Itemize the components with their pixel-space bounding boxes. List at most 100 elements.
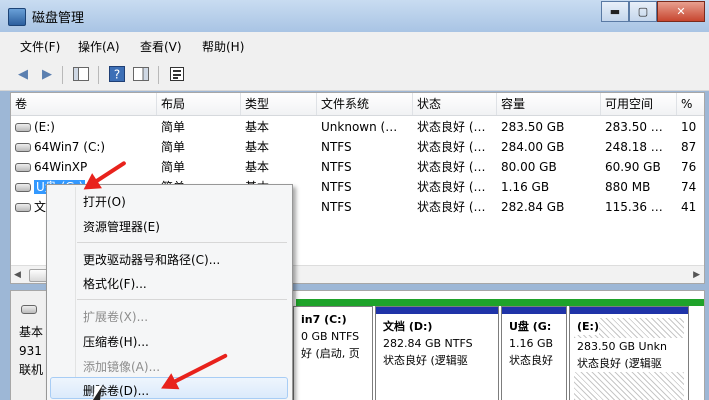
scroll-right-icon[interactable]: ▶ [693, 270, 700, 280]
volume-list-header: 卷 布局 类型 文件系统 状态 容量 可用空间 % [11, 93, 704, 116]
menu-bar: 文件(F) 操作(A) 查看(V) 帮助(H) [0, 32, 709, 58]
menu-item-format[interactable]: 格式化(F)... [83, 275, 147, 292]
console-tree-icon[interactable] [72, 66, 90, 82]
toolbar-separator [98, 66, 99, 84]
partition-status: 状态良好 (逻辑驱 [574, 355, 684, 372]
volume-percent: 74 [681, 180, 697, 194]
toolbar: ◀ ▶ ? [0, 58, 709, 91]
disk-management-window: 磁盘管理 ▬ ▢ ✕ 文件(F) 操作(A) 查看(V) 帮助(H) ◀ ▶ ? [0, 0, 709, 400]
minimize-button[interactable]: ▬ [601, 1, 629, 22]
menu-separator [77, 242, 287, 243]
partition-status: 好 (启动, 页 [301, 347, 360, 360]
volume-filesystem: NTFS [321, 160, 352, 174]
volume-percent: 87 [681, 140, 697, 154]
volume-layout: 简单 [161, 140, 186, 154]
volume-percent: 10 [681, 120, 697, 134]
volume-capacity: 80.00 GB [501, 160, 557, 174]
partition-status: 状态良好 [509, 354, 553, 367]
menu-item-explorer[interactable]: 资源管理器(E) [83, 218, 160, 235]
column-header-capacity[interactable]: 容量 [497, 93, 601, 115]
partition-name: in7 (C:) [301, 313, 347, 326]
column-header-percent[interactable]: % [677, 93, 704, 115]
close-button[interactable]: ✕ [657, 1, 705, 22]
disk-status: 联机 [19, 363, 44, 377]
partition-size: 283.50 GB Unkn [574, 338, 684, 355]
volume-name: 64Win7 (C:) [34, 140, 106, 154]
volume-status: 状态良好 (… [417, 180, 486, 194]
partition-c[interactable]: in7 (C:) 0 GB NTFS 好 (启动, 页 [293, 306, 373, 400]
menu-help[interactable]: 帮助(H) [202, 38, 244, 55]
volume-free-space: 60.90 GB [605, 160, 661, 174]
menu-item-shrink-volume[interactable]: 压缩卷(H)... [83, 333, 149, 350]
toolbar-separator [158, 66, 159, 84]
menu-item-extend-volume: 扩展卷(X)... [83, 310, 149, 324]
volume-capacity: 284.00 GB [501, 140, 565, 154]
column-header-status[interactable]: 状态 [413, 93, 497, 115]
menu-item-change-drive-letter[interactable]: 更改驱动器号和路径(C)... [83, 251, 220, 268]
column-header-volume[interactable]: 卷 [11, 93, 157, 115]
volume-type: 基本 [245, 120, 270, 134]
toolbar-separator [62, 66, 63, 84]
disk-management-icon [8, 8, 26, 26]
table-row[interactable]: 64Win7 (C:) 简单 基本 NTFS 状态良好 (… 284.00 GB… [11, 137, 704, 157]
volume-free-space: 283.50 … [605, 120, 663, 134]
back-arrow-icon[interactable]: ◀ [14, 66, 32, 82]
partition-name: 文档 (D:) [383, 320, 433, 333]
drive-icon [15, 123, 31, 132]
menu-file[interactable]: 文件(F) [20, 38, 60, 55]
volume-filesystem: Unknown (… [321, 120, 398, 134]
table-row[interactable]: (E:) 简单 基本 Unknown (… 状态良好 (… 283.50 GB … [11, 117, 704, 137]
menu-view[interactable]: 查看(V) [140, 38, 182, 55]
svg-text:?: ? [114, 68, 120, 82]
partition-name: (E:) [574, 318, 599, 335]
column-header-filesystem[interactable]: 文件系统 [317, 93, 413, 115]
partition-d[interactable]: 文档 (D:) 282.84 GB NTFS 状态良好 (逻辑驱 [375, 306, 499, 400]
column-header-free-space[interactable]: 可用空间 [601, 93, 677, 115]
volume-status: 状态良好 (… [417, 200, 486, 214]
volume-layout: 简单 [161, 160, 186, 174]
partition-size: 0 GB NTFS [301, 330, 360, 343]
volume-type: 基本 [245, 140, 270, 154]
volume-capacity: 1.16 GB [501, 180, 550, 194]
volume-status: 状态良好 (… [417, 120, 486, 134]
volume-name: (E:) [34, 120, 55, 134]
volume-status: 状态良好 (… [417, 160, 486, 174]
partition-name: U盘 (G: [509, 320, 552, 333]
show-hide-icon[interactable] [132, 66, 150, 82]
volume-free-space: 248.18 … [605, 140, 663, 154]
scroll-left-icon[interactable]: ◀ [14, 270, 21, 280]
volume-filesystem: NTFS [321, 180, 352, 194]
drive-icon [15, 183, 31, 192]
volume-percent: 76 [681, 160, 697, 174]
menu-separator [77, 299, 287, 300]
partition-e[interactable]: (E:) 283.50 GB Unkn 状态良好 (逻辑驱 [569, 306, 689, 400]
properties-icon[interactable] [168, 66, 186, 82]
disk-icon [21, 305, 37, 314]
volume-capacity: 282.84 GB [501, 200, 565, 214]
maximize-button[interactable]: ▢ [629, 1, 657, 22]
volume-type: 基本 [245, 160, 270, 174]
column-header-type[interactable]: 类型 [241, 93, 317, 115]
extended-partition-bar [296, 299, 704, 306]
help-icon[interactable]: ? [108, 66, 126, 82]
volume-free-space: 880 MB [605, 180, 651, 194]
disk-type: 基本 [19, 325, 44, 339]
window-title: 磁盘管理 [32, 11, 85, 26]
drive-icon [15, 143, 31, 152]
forward-arrow-icon[interactable]: ▶ [38, 66, 56, 82]
volume-name: 文 [34, 200, 47, 214]
menu-item-add-mirror: 添加镜像(A)... [83, 360, 161, 374]
volume-name: 64WinXP [34, 160, 88, 174]
context-menu: 打开(O) 资源管理器(E) 更改驱动器号和路径(C)... 格式化(F)...… [46, 184, 293, 400]
partition-size: 1.16 GB [509, 337, 554, 350]
volume-capacity: 283.50 GB [501, 120, 565, 134]
volume-filesystem: NTFS [321, 200, 352, 214]
title-bar: 磁盘管理 ▬ ▢ ✕ [0, 0, 709, 32]
volume-free-space: 115.36 … [605, 200, 663, 214]
column-header-layout[interactable]: 布局 [157, 93, 241, 115]
partition-size: 282.84 GB NTFS [383, 337, 473, 350]
menu-action[interactable]: 操作(A) [78, 38, 120, 55]
volume-status: 状态良好 (… [417, 140, 486, 154]
partition-status: 状态良好 (逻辑驱 [383, 354, 468, 367]
partition-g[interactable]: U盘 (G: 1.16 GB 状态良好 [501, 306, 567, 400]
